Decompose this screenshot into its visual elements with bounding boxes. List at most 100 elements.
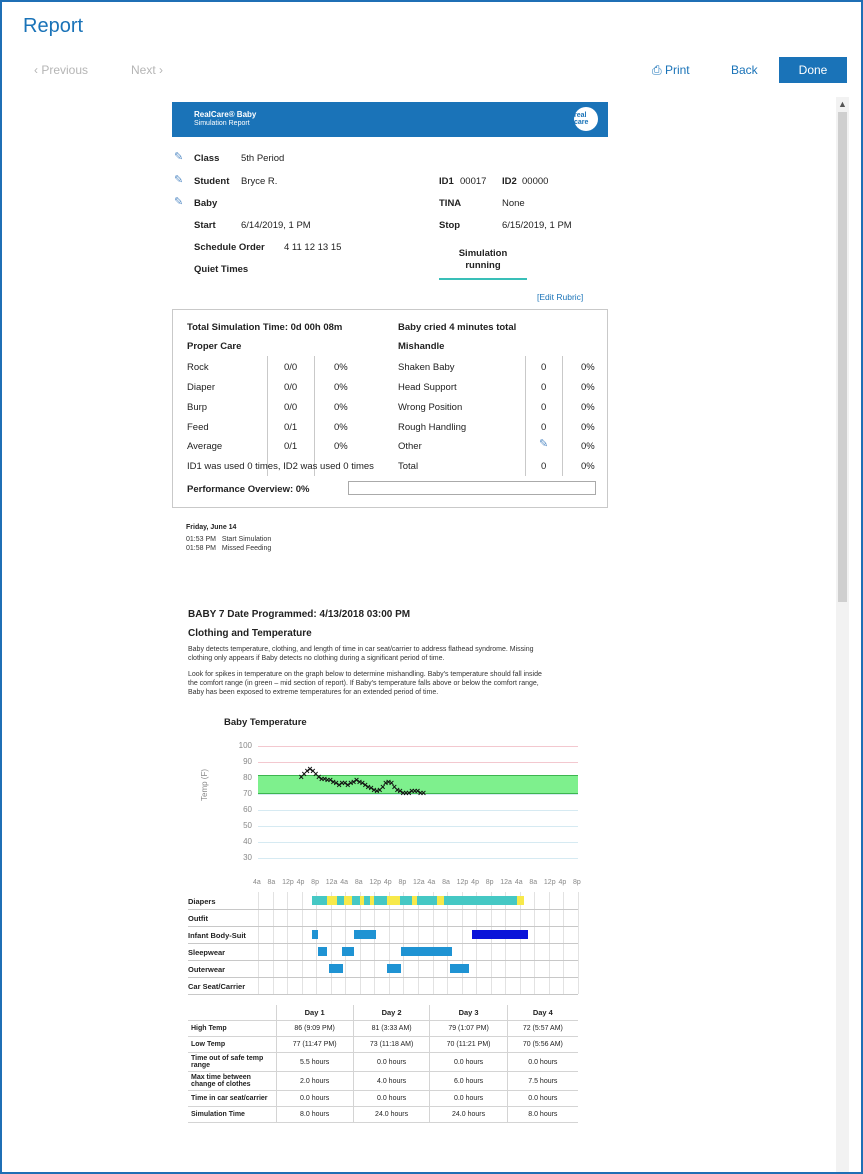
proper-row-label: Average xyxy=(187,441,223,452)
mishandle-row-count: 0 xyxy=(541,461,547,472)
student-label: Student xyxy=(194,176,230,187)
stats-cell: 79 (1:07 PM) xyxy=(429,1020,508,1037)
stats-row-label: Simulation Time xyxy=(188,1106,277,1123)
mishandle-row-label: Other xyxy=(398,441,422,452)
timeline-bar xyxy=(329,964,343,973)
edit-student-pencil-icon[interactable]: ✎ xyxy=(174,173,183,186)
stats-cell: 7.5 hours xyxy=(506,1071,578,1091)
stats-row-label: Low Temp xyxy=(188,1036,277,1053)
gridline xyxy=(258,842,578,843)
class-value: 5th Period xyxy=(241,153,285,164)
done-button[interactable]: Done xyxy=(779,57,847,83)
stats-cell: 77 (11:47 PM) xyxy=(275,1036,354,1053)
timeline-row-divider xyxy=(188,960,578,961)
mishandle-row-pct: 0% xyxy=(581,441,595,452)
x-tick-label: 12p xyxy=(282,879,294,886)
stats-corner-cell xyxy=(188,1005,277,1021)
timeline-row-divider xyxy=(188,994,578,995)
print-button[interactable]: ⎙ Print xyxy=(652,63,690,78)
edit-class-pencil-icon[interactable]: ✎ xyxy=(174,150,183,163)
student-value: Bryce R. xyxy=(241,176,278,187)
tina-value: None xyxy=(502,198,525,209)
x-tick-label: 8a xyxy=(442,879,450,886)
mishandle-row-label: Wrong Position xyxy=(398,402,463,413)
stats-cell: 86 (9:09 PM) xyxy=(275,1020,354,1037)
previous-button[interactable]: ‹ Previous xyxy=(34,63,88,77)
data-point: × xyxy=(420,788,427,798)
edit-rubric-link[interactable]: [Edit Rubric] xyxy=(537,292,583,302)
divider xyxy=(525,356,526,476)
performance-overview: Performance Overview: 0% xyxy=(187,484,310,495)
care-summary-box: Total Simulation Time: 0d 00h 08m Baby c… xyxy=(172,309,608,508)
y-tick-label: 30 xyxy=(243,853,252,862)
proper-row-pct: 0% xyxy=(334,422,348,433)
proper-row-label: Burp xyxy=(187,402,208,413)
timeline-bar xyxy=(412,896,417,905)
proper-row-pct: 0% xyxy=(334,402,348,413)
baby-section-heading: BABY 7 Date Programmed: 4/13/2018 03:00 … xyxy=(188,609,411,620)
stats-cell: 73 (11:18 AM) xyxy=(352,1036,431,1053)
previous-label: Previous xyxy=(41,63,89,77)
timeline-bar xyxy=(360,896,364,905)
start-label: Start xyxy=(194,220,216,231)
baby-cried-total: Baby cried 4 minutes total xyxy=(398,322,517,333)
mishandle-row-label: Rough Handling xyxy=(398,422,467,433)
stats-row-label: Time in car seat/carrier xyxy=(188,1090,277,1107)
mishandle-row-label: Total xyxy=(398,461,419,472)
vertical-scrollbar[interactable]: ▲ xyxy=(836,97,849,1172)
x-tick-label: 4a xyxy=(514,879,523,886)
back-button[interactable]: Back xyxy=(731,63,758,77)
timeline-row-divider xyxy=(188,926,578,927)
stats-row: Time in car seat/carrier 0.0 hours 0.0 hou… xyxy=(188,1090,578,1107)
log-time: 01:53 PM xyxy=(186,536,216,543)
stats-row: Max time between change of clothes 2.0 ho… xyxy=(188,1071,578,1091)
edit-baby-pencil-icon[interactable]: ✎ xyxy=(174,195,183,208)
stats-cell: 8.0 hours xyxy=(506,1106,578,1123)
timeline-bar xyxy=(387,964,401,973)
banner-product: RealCare® Baby xyxy=(194,110,257,119)
mishandle-row-count: 0 xyxy=(541,422,547,433)
x-tick-label: 12p xyxy=(369,879,382,886)
x-tick-label: 8p xyxy=(398,879,407,886)
x-tick-label: 12a xyxy=(500,879,512,886)
x-tick-label: 12a xyxy=(325,879,338,886)
mishandle-row-pct: 0% xyxy=(581,422,595,433)
timeline-row-divider xyxy=(188,977,578,978)
mishandle-heading: Mishandle xyxy=(398,341,445,352)
x-tick-label: 8a xyxy=(267,879,276,886)
id2-value: 00000 xyxy=(522,176,549,187)
x-tick-label: 4a xyxy=(340,879,349,886)
stats-cell: 72 (5:57 AM) xyxy=(506,1020,578,1037)
gridline xyxy=(258,858,578,859)
page-title: Report xyxy=(23,15,84,37)
chevron-left-icon: ‹ xyxy=(34,63,38,77)
scrollbar-thumb[interactable] xyxy=(838,112,847,602)
stats-header-row: Day 1 Day 2 Day 3 Day 4 xyxy=(188,1005,578,1021)
print-label: Print xyxy=(664,63,690,77)
chart-title: Baby Temperature xyxy=(224,717,307,728)
timeline-bar xyxy=(370,896,374,905)
stats-cell: 0.0 hours xyxy=(429,1090,508,1107)
proper-row-count: 0/0 xyxy=(284,362,298,373)
mishandle-row-pct: 0% xyxy=(581,382,595,393)
id1-value: 00017 xyxy=(460,176,487,187)
y-tick-label: 100 xyxy=(238,741,252,750)
proper-row-label: Feed xyxy=(187,422,209,433)
next-button[interactable]: Next › xyxy=(131,63,163,77)
stats-cell: 5.5 hours xyxy=(275,1052,354,1072)
edit-other-pencil-icon[interactable]: ✎ xyxy=(539,437,548,450)
proper-row-label: Diaper xyxy=(187,382,215,393)
proper-row-count: 0/0 xyxy=(284,382,298,393)
scroll-up-arrow-icon[interactable]: ▲ xyxy=(836,99,849,109)
performance-progress-bar xyxy=(348,481,596,495)
mishandle-row-label: Shaken Baby xyxy=(398,362,455,373)
gridline xyxy=(258,826,578,827)
stats-row: Simulation Time 8.0 hours 24.0 hours 24.0 h… xyxy=(188,1106,578,1123)
start-value: 6/14/2019, 1 PM xyxy=(241,220,311,231)
timeline-bar xyxy=(517,896,524,905)
timeline-bar xyxy=(387,896,400,905)
stats-cell: 2.0 hours xyxy=(275,1071,354,1091)
stats-row-label: Time out of safe temp range xyxy=(188,1052,277,1072)
status-line-1: Simulation xyxy=(458,248,508,259)
mishandle-row-count: 0 xyxy=(541,382,547,393)
